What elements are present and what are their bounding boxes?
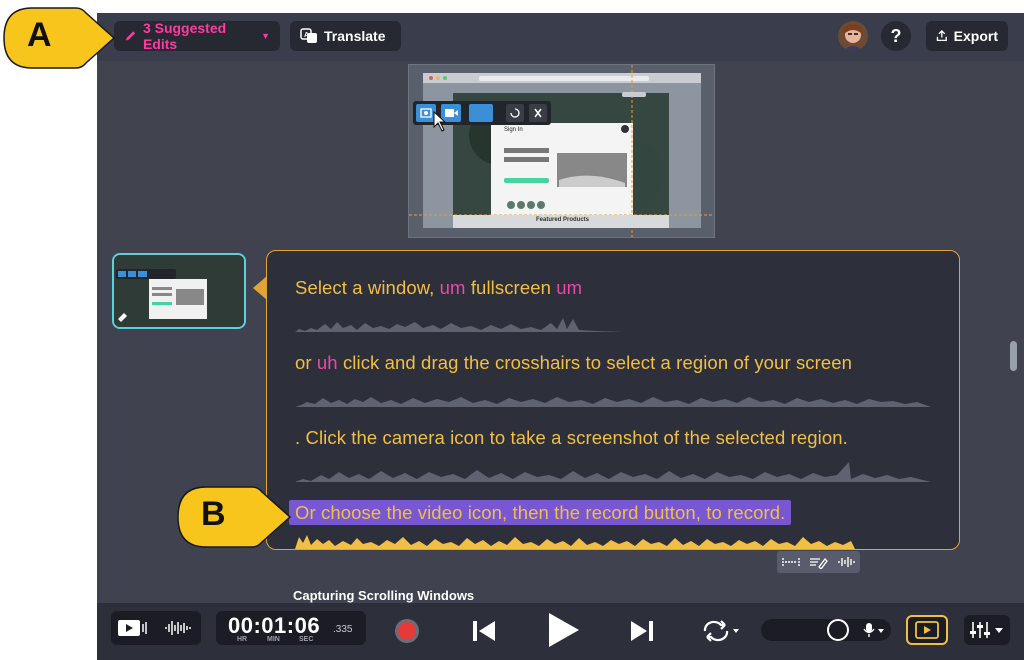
callout-b <box>177 486 292 548</box>
svg-text:A: A <box>304 32 309 39</box>
video-preview: Sign In Featured Products <box>97 61 1024 241</box>
player-controls: 00:01:06 .335 HR MIN SEC <box>97 603 1024 660</box>
mixer-settings-button[interactable] <box>964 615 1010 645</box>
transcript-text: click and drag the crosshairs to select … <box>342 352 853 373</box>
scrollbar-thumb[interactable] <box>1010 341 1017 371</box>
user-avatar[interactable] <box>838 21 868 51</box>
preview-signin-title: Sign In <box>504 127 523 133</box>
translate-icon: A <box>300 28 317 43</box>
clip-tools <box>777 551 860 573</box>
unit-hr: HR <box>237 636 248 643</box>
play-icon[interactable] <box>543 609 583 651</box>
bubble-tail <box>253 276 267 300</box>
filler-word[interactable]: um <box>440 277 466 298</box>
preview-featured-label: Featured Products <box>536 217 590 223</box>
waveform-icon[interactable] <box>162 617 196 639</box>
export-label: Export <box>953 28 998 44</box>
callout-a <box>3 7 116 69</box>
media-toggle-group <box>111 611 201 645</box>
app-window: 3 Suggested Edits ▼ A Translate ? Export… <box>97 13 1024 660</box>
timecode-display: 00:01:06 .335 HR MIN SEC <box>216 611 366 645</box>
transcript-bubble: Select a window, um fullscreen um or uh … <box>266 250 960 550</box>
transcript-text: or <box>295 352 312 373</box>
filler-word[interactable]: um <box>556 277 582 298</box>
suggested-edits-button[interactable]: 3 Suggested Edits ▼ <box>114 20 280 52</box>
export-icon <box>936 29 947 42</box>
export-button[interactable]: Export <box>926 21 1008 51</box>
selected-text[interactable]: Or choose the video icon, then the recor… <box>289 500 792 525</box>
translate-label: Translate <box>324 28 386 44</box>
transcript-line-2[interactable]: or uh click and drag the crosshairs to s… <box>295 352 852 374</box>
callout-b-label: B <box>201 495 226 533</box>
callout-a-label: A <box>27 16 52 54</box>
timecode-ms: .335 <box>333 624 353 635</box>
suggested-edits-label: 3 Suggested Edits <box>142 20 227 52</box>
volume-knob[interactable] <box>826 619 850 641</box>
unit-min: MIN <box>267 636 280 643</box>
help-button[interactable]: ? <box>881 21 911 51</box>
waveform-2 <box>295 397 931 407</box>
waveform-1 <box>295 318 625 332</box>
avatar-image <box>838 21 868 51</box>
pencil-icon <box>125 31 136 41</box>
unit-sec: SEC <box>299 636 314 643</box>
filler-word[interactable]: uh <box>317 352 338 373</box>
edit-text-icon[interactable] <box>808 555 829 569</box>
preview-frame: Sign In Featured Products <box>408 64 715 238</box>
skip-forward-icon[interactable] <box>627 617 657 645</box>
preview-play-icon <box>915 621 939 639</box>
record-icon[interactable] <box>393 617 421 645</box>
top-toolbar: 3 Suggested Edits ▼ A Translate ? Export <box>97 13 1024 61</box>
waveform-3 <box>295 462 931 482</box>
video-track-icon[interactable] <box>116 617 150 639</box>
chevron-down-icon: ▼ <box>261 31 270 41</box>
microphone-icon[interactable] <box>861 622 887 638</box>
trim-icon[interactable] <box>781 555 801 569</box>
translate-button[interactable]: A Translate <box>290 21 401 51</box>
sliders-icon <box>970 622 1003 638</box>
transcript-line-1[interactable]: Select a window, um fullscreen um <box>295 277 582 299</box>
transcript-text: Select a window, <box>295 277 435 298</box>
transcript-text: fullscreen <box>470 277 551 298</box>
next-section-title: Capturing Scrolling Windows <box>293 588 475 603</box>
help-label: ? <box>890 25 902 46</box>
transcript-line-3[interactable]: . Click the camera icon to take a screen… <box>295 427 848 449</box>
audio-levels-icon[interactable] <box>836 555 856 569</box>
loop-icon[interactable] <box>699 617 741 645</box>
preview-screenshot <box>409 65 714 237</box>
scene-thumbnail[interactable] <box>112 253 246 329</box>
transcript-line-4[interactable]: Or choose the video icon, then the recor… <box>289 500 792 525</box>
volume-slider[interactable] <box>761 619 891 641</box>
waveform-4 <box>295 535 855 549</box>
preview-mode-button[interactable] <box>906 615 948 645</box>
skip-back-icon[interactable] <box>469 617 499 645</box>
thumbnail-image <box>114 255 244 327</box>
